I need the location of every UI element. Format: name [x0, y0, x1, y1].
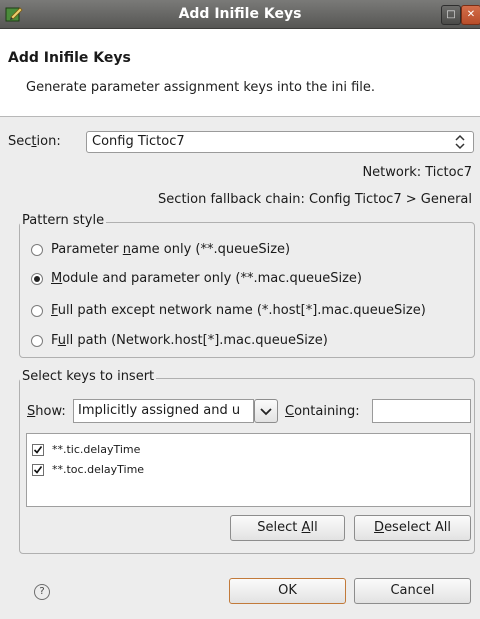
window-title: Add Inifile Keys: [178, 6, 302, 22]
key-item-tic-delaytime[interactable]: **.tic.delayTime: [32, 443, 232, 459]
header-title: Add Inifile Keys: [8, 50, 131, 66]
radio-module-and-parameter[interactable]: Module and parameter only (**.mac.queueS…: [31, 270, 461, 290]
containing-label: Containing:: [285, 404, 360, 419]
network-info: Network: Tictoc7: [362, 165, 472, 180]
section-combo[interactable]: Config Tictoc7: [86, 131, 474, 153]
checkmark-icon: [33, 466, 43, 474]
radio-full-path-except-network[interactable]: Full path except network name (*.host[*]…: [31, 302, 471, 322]
header-description: Generate parameter assignment keys into …: [26, 80, 376, 95]
radio-full-path[interactable]: Full path (Network.host[*].mac.queueSize…: [31, 332, 461, 352]
keys-list[interactable]: **.tic.delayTime **.toc.delayTime: [26, 433, 471, 507]
minimize-button[interactable]: □: [441, 5, 461, 25]
fallback-chain: Section fallback chain: Config Tictoc7 >…: [158, 192, 472, 207]
checkbox-checked[interactable]: [32, 444, 44, 456]
radio-circle: [31, 305, 43, 317]
radio-parameter-name-only[interactable]: Parameter name only (**.queueSize): [31, 241, 461, 261]
help-icon[interactable]: ?: [34, 584, 50, 600]
chevron-down-icon: [260, 408, 272, 416]
spinner-arrows-icon: [455, 134, 465, 150]
show-filter-dropdown-button[interactable]: [254, 399, 278, 423]
radio-circle: [31, 244, 43, 256]
key-label: **.toc.delayTime: [52, 463, 145, 476]
show-filter-combo[interactable]: Implicitly assigned and u: [73, 399, 254, 423]
key-item-toc-delaytime[interactable]: **.toc.delayTime: [32, 463, 232, 479]
checkbox-checked[interactable]: [32, 464, 44, 476]
deselect-all-button[interactable]: Deselect All: [354, 515, 471, 541]
show-filter-value: Implicitly assigned and u: [78, 403, 241, 418]
radio-circle-selected: [31, 273, 43, 285]
pattern-style-legend: Pattern style: [20, 213, 107, 228]
dialog-header: [0, 29, 480, 117]
ok-button[interactable]: OK: [229, 578, 346, 604]
checkmark-icon: [33, 446, 43, 454]
containing-input[interactable]: [372, 399, 471, 423]
show-label: Show:: [27, 404, 66, 419]
section-combo-value: Config Tictoc7: [92, 134, 185, 149]
key-label: **.tic.delayTime: [52, 443, 141, 456]
select-keys-legend: Select keys to insert: [20, 369, 157, 384]
select-all-button[interactable]: Select All: [230, 515, 345, 541]
section-label: Section:: [8, 134, 61, 149]
radio-circle: [31, 335, 43, 347]
cancel-button[interactable]: Cancel: [354, 578, 471, 604]
close-button[interactable]: ✕: [461, 5, 480, 25]
